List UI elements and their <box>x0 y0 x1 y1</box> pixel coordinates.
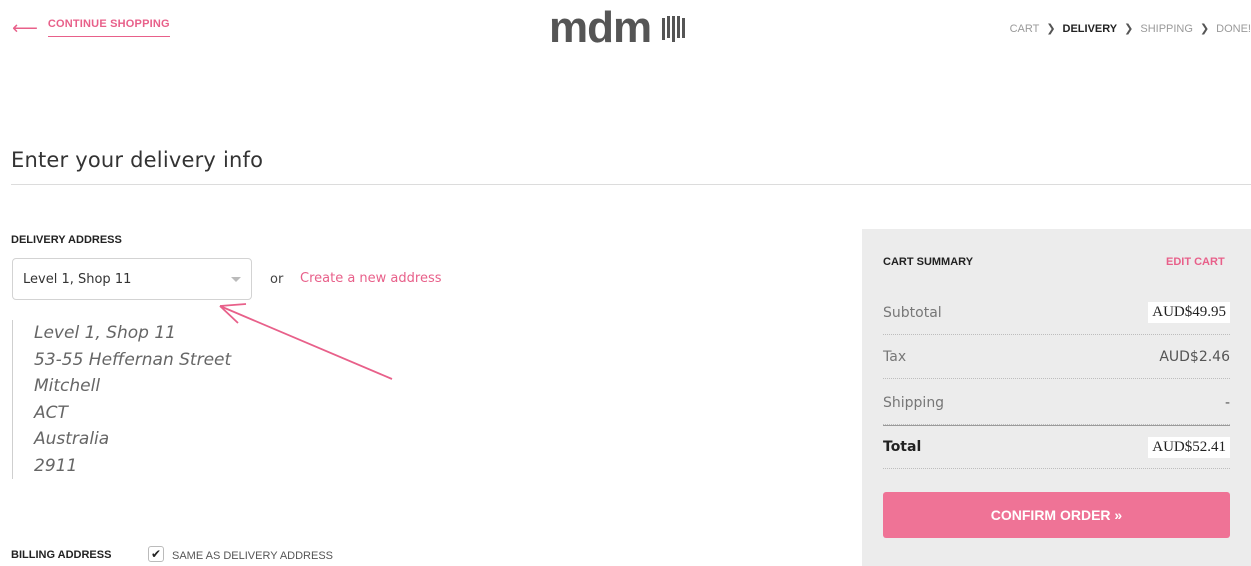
logo-mark-icon <box>662 16 686 42</box>
subtotal-label: Subtotal <box>883 304 942 321</box>
address-select[interactable]: Level 1, Shop 11 <box>12 258 252 300</box>
confirm-order-button[interactable]: CONFIRM ORDER » <box>883 492 1230 538</box>
tax-label: Tax <box>883 348 907 365</box>
create-new-address-link[interactable]: Create a new address <box>300 271 442 286</box>
checkout-steps: CART ❯ DELIVERY ❯ SHIPPING ❯ DONE! <box>1010 22 1251 36</box>
step-cart[interactable]: CART <box>1010 23 1040 35</box>
address-line: Australia <box>34 429 110 449</box>
page-title: Enter your delivery info <box>11 148 264 172</box>
chevron-right-icon: ❯ <box>1124 23 1134 35</box>
shipping-row: Shipping - <box>883 381 1230 425</box>
same-as-delivery-label[interactable]: SAME AS DELIVERY ADDRESS <box>172 550 333 562</box>
chevron-right-icon: ❯ <box>1046 23 1056 35</box>
cart-summary-title: CART SUMMARY <box>883 256 974 268</box>
billing-address-label: BILLING ADDRESS <box>11 549 112 561</box>
subtotal-value: AUD$49.95 <box>1148 302 1230 323</box>
same-as-delivery-checkbox[interactable]: ✔ <box>148 546 164 562</box>
address-select-value: Level 1, Shop 11 <box>23 271 132 287</box>
address-line: Level 1, Shop 11 <box>34 323 176 343</box>
address-line: 2911 <box>34 455 78 476</box>
total-label: Total <box>883 439 922 455</box>
logo: mdm <box>549 3 687 52</box>
delivery-address-label: DELIVERY ADDRESS <box>11 234 122 246</box>
logo-wordmark: mdm <box>549 3 652 52</box>
address-line: ACT <box>34 402 68 423</box>
subtotal-row: Subtotal AUD$49.95 <box>883 291 1230 335</box>
continue-shopping-link[interactable]: ⟵ CONTINUE SHOPPING <box>12 18 170 37</box>
shipping-label: Shipping <box>883 394 945 411</box>
or-separator: or <box>270 272 284 287</box>
address-line: Mitchell <box>34 376 101 396</box>
chevron-right-icon: ❯ <box>1199 23 1210 35</box>
continue-shopping-label: CONTINUE SHOPPING <box>47 18 170 37</box>
selected-address-details: Level 1, Shop 11 53-55 Heffernan Street … <box>12 320 231 479</box>
total-value: AUD$52.41 <box>1148 436 1230 458</box>
tax-row: Tax AUD$2.46 <box>883 335 1230 379</box>
shipping-value: - <box>1224 394 1230 411</box>
total-row: Total AUD$52.41 <box>883 425 1230 469</box>
edit-cart-link[interactable]: EDIT CART <box>1166 256 1225 268</box>
step-delivery: DELIVERY <box>1062 22 1118 35</box>
address-line: 53-55 Heffernan Street <box>34 349 232 370</box>
step-done: DONE! <box>1216 22 1251 35</box>
checkmark-icon: ✔ <box>150 547 162 561</box>
title-divider <box>11 184 1251 185</box>
back-arrow-icon: ⟵ <box>12 17 38 38</box>
dropdown-caret-icon <box>231 276 241 282</box>
tax-value: AUD$2.46 <box>1159 348 1230 365</box>
step-shipping: SHIPPING <box>1140 22 1193 35</box>
